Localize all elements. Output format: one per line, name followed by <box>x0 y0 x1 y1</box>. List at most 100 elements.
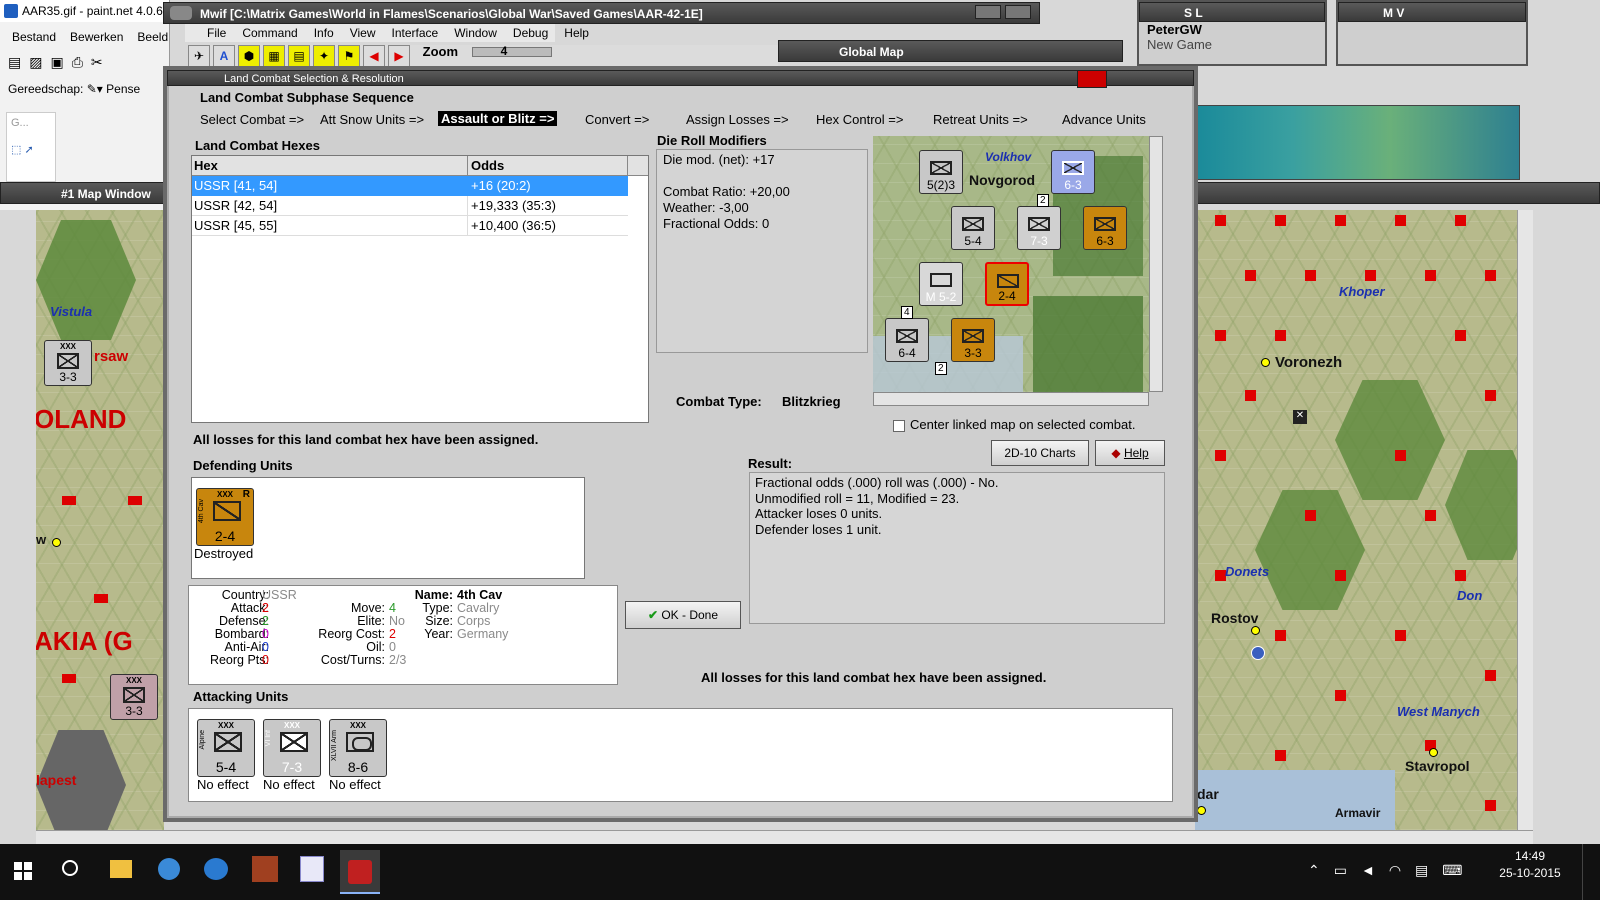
menu-file[interactable]: File <box>207 24 226 42</box>
unit-value: 6-4 <box>898 346 916 360</box>
step-convert: Convert => <box>585 112 650 127</box>
menu-window[interactable]: Window <box>454 24 497 42</box>
german-flag-icon <box>1077 70 1107 88</box>
flag-icon[interactable]: ⚑ <box>338 45 360 67</box>
unit-counter[interactable]: 5-4 <box>951 206 995 250</box>
khoper-label: Khoper <box>1339 284 1385 299</box>
column-odds[interactable]: Odds <box>468 156 628 175</box>
stavropol-dot[interactable] <box>1429 748 1438 757</box>
table-row[interactable]: USSR [45, 55] +10,400 (36:5) <box>192 216 628 236</box>
arrow-left-icon[interactable]: ◀ <box>363 45 385 67</box>
print-icon[interactable]: ⎙ <box>72 54 91 70</box>
wifi-icon[interactable]: ◠ <box>1389 862 1415 878</box>
minimize-button[interactable] <box>975 5 1001 19</box>
hex-icon[interactable]: ⬢ <box>238 45 260 67</box>
menu-command[interactable]: Command <box>242 24 297 42</box>
map-window-titlebar: #1 Map Window <box>0 182 170 204</box>
column-hex[interactable]: Hex <box>192 156 468 175</box>
volume-icon[interactable]: ◄ <box>1361 862 1389 878</box>
menu-interface[interactable]: Interface <box>392 24 439 42</box>
unit-counter[interactable]: 3-3 <box>951 318 995 362</box>
close-button[interactable] <box>1005 5 1031 19</box>
unit-counter[interactable]: 6-3 <box>1051 150 1095 194</box>
search-icon[interactable] <box>62 860 78 876</box>
supply-marker <box>1395 450 1406 461</box>
sl-game: New Game <box>1147 37 1213 52</box>
city-dot[interactable] <box>52 538 61 547</box>
city-dot[interactable] <box>1197 806 1206 815</box>
browser-icon[interactable] <box>158 858 180 880</box>
right-map[interactable]: Khoper Voronezh ✕ Donets Don Rostov West… <box>1195 210 1525 830</box>
paintnet-tools-panel: G... ⬚ ➚ <box>6 112 56 182</box>
menu-beeld[interactable]: Beeld <box>137 30 168 44</box>
unit-counter[interactable]: 6-4 <box>885 318 929 362</box>
voronezh-dot[interactable] <box>1261 358 1270 367</box>
help-button[interactable]: ◆ Help <box>1095 440 1165 466</box>
mini-map-hscroll[interactable] <box>873 392 1149 406</box>
counter-icon[interactable]: ▤ <box>288 45 310 67</box>
left-map[interactable]: Vistula rsaw OLAND w AKIA (G lapest XXX … <box>36 210 164 830</box>
bird-app-icon[interactable] <box>204 858 228 880</box>
unit-counter[interactable]: 6-3 <box>1083 206 1127 250</box>
arrow-right-icon[interactable]: ▶ <box>388 45 410 67</box>
font-icon[interactable]: A <box>213 45 235 67</box>
dialog-title: Land Combat Selection & Resolution <box>224 73 404 85</box>
file-explorer-icon[interactable] <box>110 860 132 878</box>
stack-icon[interactable]: ▦ <box>263 45 285 67</box>
cut-icon[interactable]: ✂ <box>91 54 111 70</box>
notification-icon[interactable]: ▤ <box>1415 862 1442 878</box>
new-icon[interactable]: ▤ <box>8 54 29 70</box>
plane-icon[interactable]: ✈ <box>188 45 210 67</box>
menu-view[interactable]: View <box>350 24 376 42</box>
right-scrollbar[interactable] <box>1517 210 1533 830</box>
attacking-unit-counter[interactable]: XXX XLVII Arm 8-6 <box>329 719 387 777</box>
mwif-taskbar-icon[interactable] <box>340 850 380 894</box>
unit-counter[interactable]: 7-3 <box>1017 206 1061 250</box>
unit-counter[interactable]: XXX 3-3 <box>110 674 158 720</box>
mini-map[interactable]: Volkhov Novgorod 5(2)3 6-3 5-4 7-3 6-3 M… <box>873 136 1149 392</box>
attacking-unit-counter[interactable]: XXX Alpine 5-4 <box>197 719 255 777</box>
menu-bewerken[interactable]: Bewerken <box>70 30 123 44</box>
start-button[interactable] <box>14 862 32 880</box>
attacking-unit-counter[interactable]: XXX VI Inf 7-3 <box>263 719 321 777</box>
ok-done-button[interactable]: ✔ OK - Done <box>625 601 741 629</box>
defending-unit-counter[interactable]: XXX R 4th Cav 2-4 <box>196 488 254 546</box>
table-row[interactable]: USSR [42, 54] +19,333 (35:3) <box>192 196 628 216</box>
charts-button[interactable]: 2D-10 Charts <box>991 440 1089 466</box>
tray-up-icon[interactable]: ⌃ <box>1308 862 1334 878</box>
tool-label: Gereedschap: <box>8 82 84 96</box>
brush-icon[interactable]: ✎▾ <box>87 82 103 96</box>
clock[interactable]: 14:49 25-10-2015 <box>1494 848 1566 882</box>
hq-marker-icon[interactable]: ✕ <box>1293 410 1307 424</box>
open-icon[interactable]: ▨ <box>29 54 50 70</box>
supply-marker <box>1275 630 1286 641</box>
menu-info[interactable]: Info <box>314 24 334 42</box>
battery-icon[interactable]: ▭ <box>1334 862 1361 878</box>
table-row[interactable]: USSR [41, 54] +16 (20:2) <box>192 176 628 196</box>
unit-counter[interactable]: 5(2)3 <box>919 150 963 194</box>
supply-marker <box>1485 270 1496 281</box>
save-icon[interactable]: ▣ <box>50 54 71 70</box>
paintnet-taskbar-icon[interactable] <box>300 856 324 882</box>
game-launcher-icon[interactable] <box>252 856 278 882</box>
unit-counter[interactable]: M 5-2 <box>919 262 963 306</box>
supply-icon[interactable]: ✦ <box>313 45 335 67</box>
forest-hex <box>1335 380 1445 500</box>
port-icon <box>1251 646 1265 660</box>
unit-value: 3-3 <box>964 346 982 360</box>
action-center-button[interactable] <box>1582 844 1600 900</box>
mini-map-vscroll[interactable] <box>1149 136 1163 392</box>
menu-help[interactable]: Help <box>564 24 589 42</box>
menu-bestand[interactable]: Bestand <box>12 30 56 44</box>
rostov-dot[interactable] <box>1251 626 1260 635</box>
zoom-slider[interactable]: 4 <box>471 44 552 58</box>
unit-counter[interactable]: 2-4 <box>985 262 1029 306</box>
menu-debug[interactable]: Debug <box>513 24 548 42</box>
select-tool-icon[interactable]: ⬚ ➚ <box>11 143 51 156</box>
center-linked-checkbox[interactable] <box>893 420 905 432</box>
bottom-scrollbar[interactable] <box>36 830 1533 844</box>
global-map-titlebar: Global Map <box>778 40 1123 62</box>
supply-marker <box>1215 330 1226 341</box>
unit-counter[interactable]: XXX 3-3 <box>44 340 92 386</box>
keyboard-icon[interactable]: ⌨ <box>1442 862 1476 878</box>
